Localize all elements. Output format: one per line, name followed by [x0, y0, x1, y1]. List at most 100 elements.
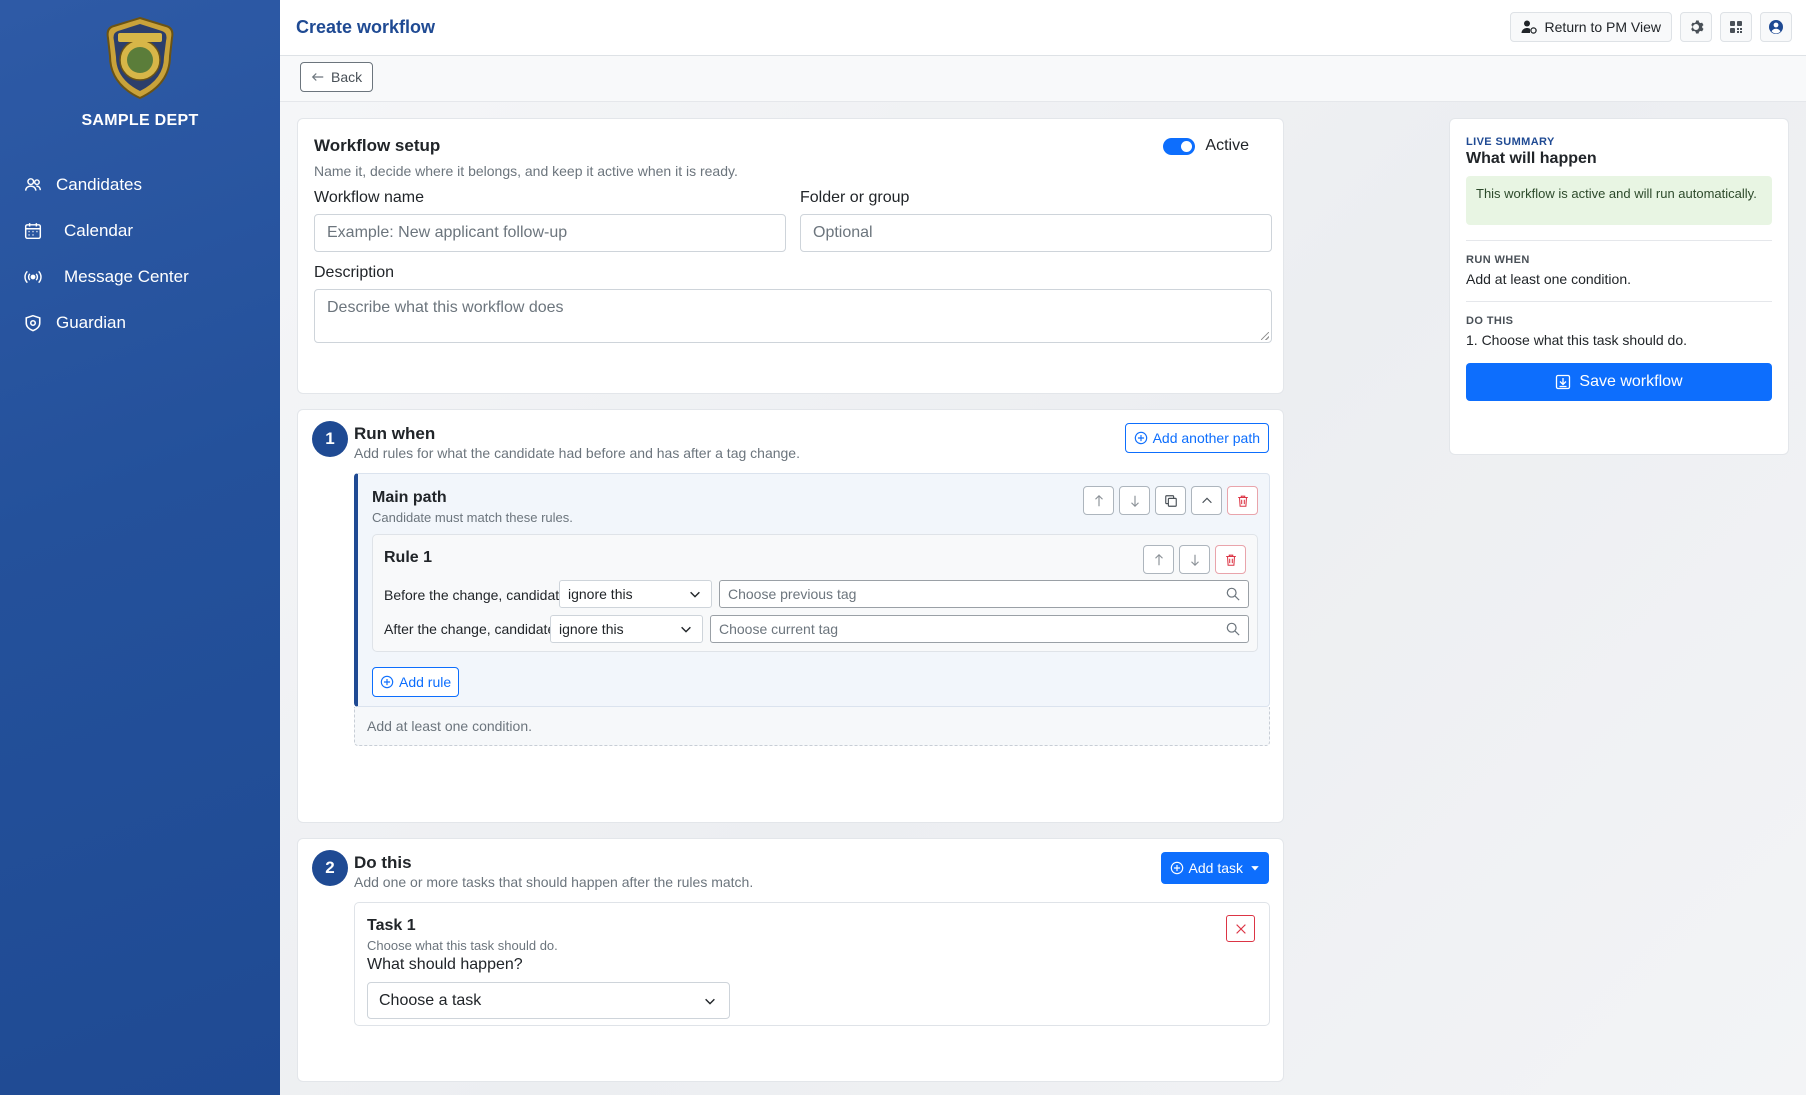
previous-tag-input[interactable]: Choose previous tag: [719, 580, 1249, 608]
folder-placeholder: Optional: [813, 224, 873, 241]
active-toggle-group: Active: [1163, 137, 1249, 155]
grid-icon: [1730, 21, 1742, 33]
path-move-down-button[interactable]: [1119, 486, 1150, 515]
profile-button[interactable]: [1760, 12, 1792, 42]
folder-input[interactable]: Optional: [800, 214, 1272, 252]
rule-actions: [1143, 545, 1246, 574]
add-task-label: Add task: [1188, 860, 1243, 876]
top-actions: Return to PM View: [1509, 12, 1792, 42]
sidebar-item-candidates[interactable]: Candidates: [0, 162, 280, 208]
sidebar-item-message-center[interactable]: Message Center: [0, 254, 280, 300]
previous-tag-placeholder: Choose previous tag: [728, 586, 857, 602]
resize-handle[interactable]: [1261, 332, 1269, 340]
sidebar-item-guardian[interactable]: Guardian: [0, 300, 280, 346]
workflow-name-input[interactable]: Example: New applicant follow-up: [314, 214, 786, 252]
active-toggle[interactable]: [1163, 137, 1196, 155]
remove-task-button[interactable]: [1226, 915, 1255, 942]
add-another-path-button[interactable]: Add another path: [1124, 423, 1269, 453]
chevron-down-icon: [705, 998, 715, 1005]
current-tag-placeholder: Choose current tag: [719, 621, 839, 637]
summary-eyebrow: LIVE SUMMARY: [1466, 136, 1555, 148]
save-workflow-button[interactable]: Save workflow: [1466, 363, 1772, 401]
path-duplicate-button[interactable]: [1155, 486, 1186, 515]
back-button[interactable]: Back: [300, 62, 374, 92]
folder-label: Folder or group: [800, 189, 910, 206]
step-number-2: 2: [312, 850, 348, 886]
run-when-title: Run when: [354, 424, 436, 443]
after-change-select[interactable]: ignore this: [550, 615, 703, 643]
dept-name: SAMPLE DEPT: [81, 112, 199, 129]
path-actions: [1083, 486, 1258, 515]
path-title: Main path: [372, 489, 447, 506]
user-cog-icon: [1521, 20, 1537, 34]
save-icon: [1556, 374, 1571, 390]
save-workflow-label: Save workflow: [1579, 373, 1683, 390]
sidebar-item-label: Candidates: [56, 175, 143, 194]
run-when-subtitle: Add rules for what the candidate had bef…: [354, 445, 800, 461]
summary-title: What will happen: [1466, 150, 1597, 167]
live-summary-card: LIVE SUMMARY What will happen This workf…: [1449, 118, 1789, 455]
plus-circle-icon: [1170, 861, 1183, 875]
chevron-up-icon: [1201, 497, 1212, 503]
arrow-down-icon: [1130, 495, 1139, 507]
chevron-down-icon: [681, 626, 691, 633]
summary-divider: [1466, 301, 1772, 302]
return-to-pm-view-label: Return to PM View: [1544, 19, 1661, 35]
search-icon: [1226, 587, 1240, 601]
description-textarea[interactable]: Describe what this workflow does: [314, 289, 1272, 343]
task-type-select[interactable]: Choose a task: [367, 982, 730, 1019]
add-rule-button[interactable]: Add rule: [372, 667, 460, 697]
rule-move-up-button[interactable]: [1143, 545, 1174, 574]
sidebar-item-calendar[interactable]: Calendar: [0, 208, 280, 254]
trash-icon: [1237, 495, 1248, 507]
arrow-left-icon: [311, 73, 324, 81]
path-delete-button[interactable]: [1227, 486, 1258, 515]
back-bar: Back: [280, 56, 1806, 102]
setup-subtitle: Name it, decide where it belongs, and ke…: [314, 163, 738, 179]
task-type-value: Choose a task: [379, 991, 482, 1009]
path-move-up-button[interactable]: [1083, 486, 1114, 515]
before-change-label: Before the change, candidate: [384, 587, 567, 603]
do-this-title: Do this: [354, 853, 412, 872]
plus-circle-icon: [380, 675, 394, 689]
main-path-panel: Main path Candidate must match these rul…: [354, 473, 1270, 707]
path-collapse-button[interactable]: [1191, 486, 1222, 515]
task-subtitle: Choose what this task should do.: [367, 938, 558, 953]
topbar: Create workflow Return to PM View: [280, 0, 1806, 56]
plus-circle-icon: [1134, 431, 1147, 445]
before-change-value: ignore this: [568, 586, 633, 602]
back-label: Back: [331, 69, 363, 85]
summary-run-when-label: RUN WHEN: [1466, 254, 1530, 266]
summary-do-this-label: DO THIS: [1466, 315, 1514, 327]
police-badge-icon: [106, 16, 174, 100]
summary-status-alert: This workflow is active and will run aut…: [1466, 176, 1772, 225]
logo: [0, 16, 280, 106]
before-change-select[interactable]: ignore this: [559, 580, 712, 608]
rule-title: Rule 1: [384, 549, 433, 566]
trash-icon: [1225, 554, 1236, 566]
settings-button[interactable]: [1680, 12, 1712, 42]
rule-move-down-button[interactable]: [1179, 545, 1210, 574]
return-to-pm-view-button[interactable]: Return to PM View: [1509, 12, 1672, 42]
page-title: Create workflow: [296, 17, 436, 37]
sidebar-item-label: Calendar: [64, 221, 133, 240]
sidebar-nav: Candidates Calendar Message Center Guard…: [0, 162, 280, 346]
people-icon: [22, 174, 44, 196]
workflow-name-label: Workflow name: [314, 189, 424, 206]
rule-delete-button[interactable]: [1215, 545, 1246, 574]
broadcast-icon: [22, 266, 44, 288]
sidebar-item-label: Message Center: [64, 267, 189, 286]
sidebar: SAMPLE DEPT Candidates Calendar Message …: [0, 0, 280, 1095]
sidebar-item-label: Guardian: [56, 313, 126, 332]
arrow-up-icon: [1094, 494, 1103, 506]
active-label: Active: [1205, 137, 1249, 154]
current-tag-input[interactable]: Choose current tag: [710, 615, 1249, 643]
run-when-card: 1 Run when Add rules for what the candid…: [297, 409, 1284, 823]
description-label: Description: [314, 264, 395, 281]
setup-title: Workflow setup: [314, 136, 441, 155]
add-task-button[interactable]: Add task: [1160, 852, 1269, 884]
condition-note: Add at least one condition.: [354, 707, 1270, 746]
apps-button[interactable]: [1720, 12, 1752, 42]
description-placeholder: Describe what this workflow does: [327, 299, 564, 316]
search-icon: [1226, 622, 1240, 636]
